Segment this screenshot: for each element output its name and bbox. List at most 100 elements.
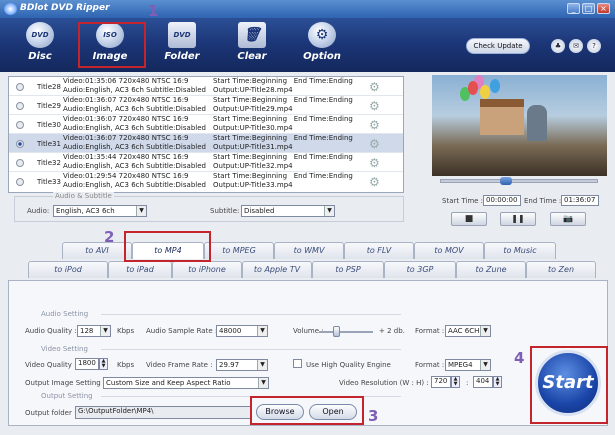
title-name: Title30 — [37, 121, 61, 129]
video-info: Video:01:29:54 720x480 NTSC 16:9 — [63, 172, 189, 180]
tab-zune[interactable]: to Zune — [456, 261, 526, 278]
check-update-button[interactable]: Check Update — [466, 38, 530, 54]
end-time: End Time:Ending — [293, 134, 353, 142]
video-resolution-label: Video Resolution (W : H) : — [339, 379, 429, 387]
option-button[interactable]: ⚙ Option — [292, 20, 352, 70]
video-format-select[interactable]: MPEG4 ▼ — [445, 359, 491, 371]
tools-icon: ⚙ — [308, 22, 336, 48]
output-folder-field[interactable]: G:\OutputFolder\MP4\ — [75, 406, 251, 419]
title-row[interactable]: Title30 Video:01:36:07 720x480 NTSC 16:9… — [9, 115, 403, 134]
help-icon[interactable]: ? — [587, 39, 601, 53]
title-row[interactable]: Title33 Video:01:29:54 720x480 NTSC 16:9… — [9, 172, 403, 191]
subtitle-label: Subtitle: — [210, 207, 240, 215]
clear-button[interactable]: 🗑 Clear — [222, 20, 282, 70]
title-row[interactable]: Title28 Video:01:35:06 720x480 NTSC 16:9… — [9, 77, 403, 96]
settings-gear-icon[interactable]: ⚙ — [369, 118, 380, 132]
chevron-down-icon: ▼ — [480, 326, 490, 336]
radio-button[interactable] — [16, 102, 24, 110]
subtitle-select[interactable]: Disabled ▼ — [241, 205, 335, 217]
time-info: Start Time:Beginning End Time:Ending — [213, 115, 353, 123]
time-info: Start Time:Beginning End Time:Ending — [213, 77, 353, 85]
tab-3gp[interactable]: to 3GP — [384, 261, 456, 278]
audio-info: Audio:English, AC3 6ch Subtitle:Disabled — [63, 143, 206, 151]
video-quality-stepper[interactable]: ▲ ▼ — [99, 358, 108, 370]
annotation-number: 4 — [514, 349, 525, 367]
title-list: Title28 Video:01:35:06 720x480 NTSC 16:9… — [8, 76, 404, 193]
start-time: Start Time:Beginning — [213, 115, 288, 123]
title-name: Title28 — [37, 83, 61, 91]
radio-button[interactable] — [16, 83, 24, 91]
resolution-height-field[interactable]: 404 — [473, 376, 493, 388]
title-row-selected[interactable]: Title31 Video:01:36:07 720x480 NTSC 16:9… — [9, 134, 403, 153]
disc-button[interactable]: DVD Disc — [10, 20, 70, 70]
highlight-box-image — [78, 22, 146, 68]
resolution-width-field[interactable]: 720 — [431, 376, 451, 388]
end-time-label: End Time : — [524, 197, 562, 205]
audio-info: Audio:English, AC3 6ch Subtitle:Disabled — [63, 162, 206, 170]
tab-flv[interactable]: to FLV — [344, 242, 414, 259]
settings-gear-icon[interactable]: ⚙ — [369, 99, 380, 113]
output-image-select[interactable]: Custom Size and Keep Aspect Ratio ▼ — [103, 377, 269, 389]
title-row[interactable]: Title29 Video:01:36:07 720x480 NTSC 16:9… — [9, 96, 403, 115]
settings-gear-icon[interactable]: ⚙ — [369, 156, 380, 170]
audio-quality-select[interactable]: 128 ▼ — [77, 325, 111, 337]
radio-button[interactable] — [16, 159, 24, 167]
chevron-down-icon: ▼ — [324, 206, 334, 216]
tab-avi[interactable]: to AVI — [62, 242, 132, 259]
tab-apple-tv[interactable]: to Apple TV — [242, 261, 312, 278]
pause-button[interactable]: ❚❚ — [500, 212, 536, 226]
maximize-button[interactable]: □ — [582, 3, 595, 14]
resolution-height-stepper[interactable]: ▲ ▼ — [493, 376, 502, 388]
mail-icon[interactable]: ✉ — [569, 39, 583, 53]
tab-zen[interactable]: to Zen — [526, 261, 596, 278]
high-quality-checkbox[interactable] — [293, 359, 302, 368]
tab-iphone[interactable]: to iPhone — [172, 261, 242, 278]
audio-track-select[interactable]: English, AC3 6ch ▼ — [53, 205, 147, 217]
tab-ipod[interactable]: to iPod — [28, 261, 108, 278]
folder-button[interactable]: DVD Folder — [152, 20, 212, 70]
register-icon[interactable]: ♣ — [551, 39, 565, 53]
tab-psp[interactable]: to PSP — [312, 261, 384, 278]
tab-wmv[interactable]: to WMV — [274, 242, 344, 259]
disc-icon: DVD — [26, 22, 54, 48]
preview-house — [480, 99, 524, 135]
video-format-value: MPEG4 — [448, 361, 473, 369]
seek-bar[interactable] — [440, 179, 598, 183]
tab-mpeg[interactable]: to MPEG — [204, 242, 274, 259]
start-time-label: Start Time : — [442, 197, 484, 205]
end-time-field[interactable]: 01:36:07 — [561, 195, 599, 206]
resolution-separator: : — [466, 379, 469, 387]
audio-subtitle-group: Audio & Subtitle Audio: English, AC3 6ch… — [14, 192, 404, 222]
settings-gear-icon[interactable]: ⚙ — [369, 175, 380, 189]
end-time: End Time:Ending — [293, 153, 353, 161]
resolution-width-stepper[interactable]: ▲ ▼ — [451, 376, 460, 388]
settings-gear-icon[interactable]: ⚙ — [369, 137, 380, 151]
tab-ipad[interactable]: to iPad — [108, 261, 172, 278]
audio-quality-label: Audio Quality : — [25, 327, 77, 335]
close-button[interactable]: × — [597, 3, 610, 14]
tab-mov[interactable]: to MOV — [414, 242, 484, 259]
video-quality-field[interactable]: 1800 — [75, 358, 99, 370]
start-time: Start Time:Beginning — [213, 134, 288, 142]
radio-button[interactable] — [16, 121, 24, 129]
audio-format-select[interactable]: AAC 6CH ▼ — [445, 325, 491, 337]
volume-slider[interactable] — [319, 331, 373, 333]
minimize-button[interactable]: _ — [567, 3, 580, 14]
folder-icon: DVD — [168, 22, 196, 48]
volume-knob[interactable] — [333, 326, 340, 337]
snapshot-camera-icon[interactable]: 📷 — [550, 212, 586, 226]
settings-gear-icon[interactable]: ⚙ — [369, 80, 380, 94]
stop-button[interactable]: ■ — [451, 212, 487, 226]
tab-music[interactable]: to Music — [484, 242, 556, 259]
seek-knob[interactable] — [500, 177, 513, 185]
app-logo-icon — [4, 3, 17, 15]
video-frame-rate-select[interactable]: 29.97 ▼ — [216, 359, 268, 371]
audio-kbps-label: Kbps — [117, 327, 135, 335]
radio-button[interactable] — [16, 140, 24, 148]
audio-sample-rate-select[interactable]: 48000 ▼ — [216, 325, 268, 337]
start-time-field[interactable]: 00:00:00 — [483, 195, 521, 206]
highlight-box-mp4 — [124, 231, 211, 262]
annotation-number: 2 — [104, 228, 115, 246]
radio-button[interactable] — [16, 178, 24, 186]
title-row[interactable]: Title32 Video:01:35:44 720x480 NTSC 16:9… — [9, 153, 403, 172]
